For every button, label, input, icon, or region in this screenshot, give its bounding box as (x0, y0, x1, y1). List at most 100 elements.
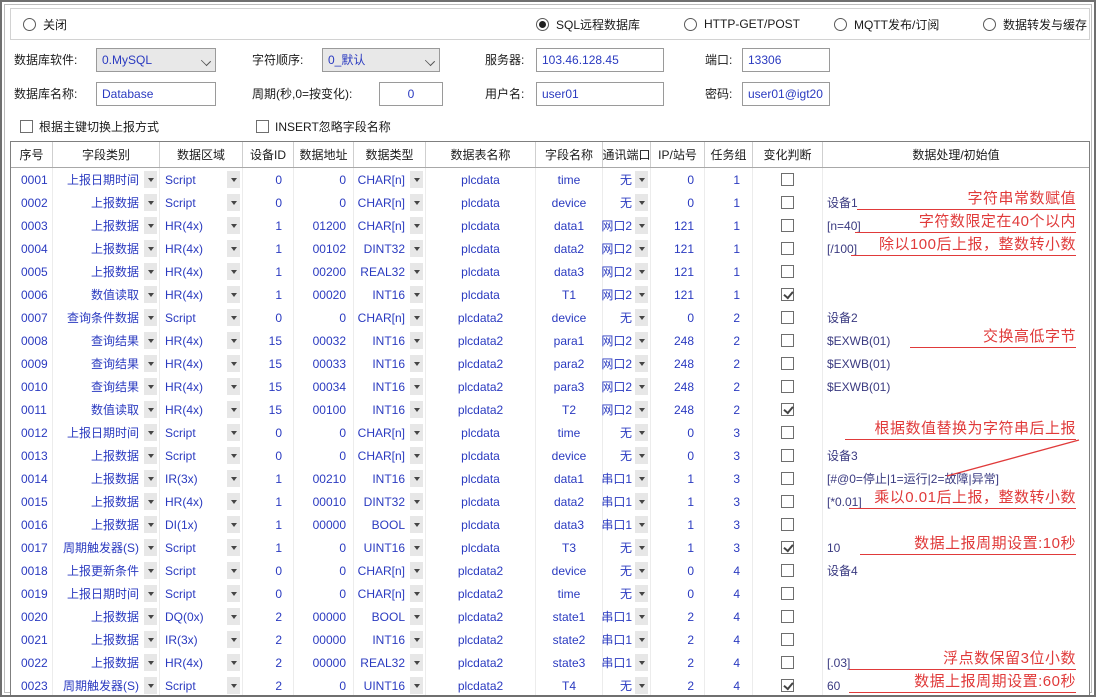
cell-data-area[interactable]: HR(4x) (160, 214, 243, 237)
cell-field-category[interactable]: 查询结果 (53, 375, 160, 398)
cell-data-type[interactable]: UINT16 (354, 674, 426, 697)
dropdown-arrow-icon[interactable] (635, 332, 648, 349)
change-flag-checkbox[interactable] (781, 334, 794, 347)
dropdown-arrow-icon[interactable] (635, 562, 648, 579)
checkbox-icon[interactable] (256, 120, 269, 133)
dropdown-arrow-icon[interactable] (227, 240, 240, 257)
change-flag-checkbox[interactable] (781, 219, 794, 232)
dropdown-arrow-icon[interactable] (227, 355, 240, 372)
cell-data-type[interactable]: REAL32 (354, 651, 426, 674)
dropdown-arrow-icon[interactable] (410, 309, 423, 326)
cell-data-type[interactable]: CHAR[n] (354, 168, 426, 191)
change-flag-checkbox[interactable] (781, 495, 794, 508)
cell-comm-port[interactable]: 串口1 (603, 651, 651, 674)
cell-data-area[interactable]: Script (160, 559, 243, 582)
dropdown-arrow-icon[interactable] (227, 263, 240, 280)
dropdown-arrow-icon[interactable] (410, 631, 423, 648)
cell-field-category[interactable]: 查询结果 (53, 329, 160, 352)
dropdown-arrow-icon[interactable] (635, 677, 648, 694)
dropdown-arrow-icon[interactable] (410, 493, 423, 510)
cell-data-area[interactable]: HR(4x) (160, 237, 243, 260)
dropdown-arrow-icon[interactable] (227, 562, 240, 579)
cell-data-type[interactable]: CHAR[n] (354, 421, 426, 444)
dropdown-arrow-icon[interactable] (227, 401, 240, 418)
cell-comm-port[interactable]: 串口1 (603, 605, 651, 628)
cell-data-area[interactable]: IR(3x) (160, 467, 243, 490)
dropdown-arrow-icon[interactable] (635, 585, 648, 602)
cell-field-category[interactable]: 上报更新条件 (53, 559, 160, 582)
cell-comm-port[interactable]: 无 (603, 559, 651, 582)
cell-field-category[interactable]: 上报数据 (53, 214, 160, 237)
dropdown-arrow-icon[interactable] (635, 539, 648, 556)
cell-field-category[interactable]: 上报数据 (53, 513, 160, 536)
dropdown-arrow-icon[interactable] (227, 516, 240, 533)
option-insert-ignore-fieldname[interactable]: INSERT忽略字段名称 (256, 118, 391, 134)
port-input[interactable] (742, 48, 830, 72)
radio-sql-remote-db[interactable]: SQL远程数据库 (536, 16, 640, 32)
cell-data-type[interactable]: INT16 (354, 467, 426, 490)
radio-mqtt-pub-sub[interactable]: MQTT发布/订阅 (834, 16, 939, 32)
cell-comm-port[interactable]: 无 (603, 191, 651, 214)
period-input[interactable] (379, 82, 443, 106)
change-flag-checkbox[interactable] (781, 357, 794, 370)
dropdown-arrow-icon[interactable] (144, 562, 157, 579)
dropdown-arrow-icon[interactable] (144, 332, 157, 349)
cell-data-area[interactable]: Script (160, 168, 243, 191)
dropdown-arrow-icon[interactable] (410, 447, 423, 464)
dropdown-arrow-icon[interactable] (227, 194, 240, 211)
cell-data-type[interactable]: CHAR[n] (354, 444, 426, 467)
change-flag-checkbox[interactable] (781, 242, 794, 255)
dropdown-arrow-icon[interactable] (227, 424, 240, 441)
dropdown-arrow-icon[interactable] (635, 263, 648, 280)
cell-data-type[interactable]: CHAR[n] (354, 559, 426, 582)
change-flag-checkbox[interactable] (781, 541, 794, 554)
cell-data-type[interactable]: INT16 (354, 352, 426, 375)
change-flag-checkbox[interactable] (781, 403, 794, 416)
cell-field-category[interactable]: 数值读取 (53, 398, 160, 421)
dropdown-arrow-icon[interactable] (227, 608, 240, 625)
dropdown-arrow-icon[interactable] (410, 286, 423, 303)
dropdown-arrow-icon[interactable] (227, 677, 240, 694)
cell-data-type[interactable]: DINT32 (354, 490, 426, 513)
dropdown-arrow-icon[interactable] (635, 286, 648, 303)
cell-field-category[interactable]: 上报数据 (53, 237, 160, 260)
dropdown-arrow-icon[interactable] (635, 355, 648, 372)
cell-field-category[interactable]: 上报数据 (53, 490, 160, 513)
cell-data-area[interactable]: Script (160, 191, 243, 214)
radio-close[interactable]: 关闭 (23, 16, 67, 32)
dropdown-arrow-icon[interactable] (144, 263, 157, 280)
dropdown-arrow-icon[interactable] (144, 677, 157, 694)
cell-field-category[interactable]: 上报数据 (53, 191, 160, 214)
dropdown-arrow-icon[interactable] (410, 194, 423, 211)
change-flag-checkbox[interactable] (781, 633, 794, 646)
radio-circle-icon[interactable] (983, 18, 996, 31)
radio-data-forward-cache[interactable]: 数据转发与缓存 (983, 16, 1087, 32)
cell-field-category[interactable]: 周期触发器(S) (53, 536, 160, 559)
dropdown-arrow-icon[interactable] (227, 309, 240, 326)
cell-data-area[interactable]: HR(4x) (160, 398, 243, 421)
cell-data-area[interactable]: IR(3x) (160, 628, 243, 651)
dropdown-arrow-icon[interactable] (144, 539, 157, 556)
dropdown-arrow-icon[interactable] (410, 171, 423, 188)
cell-data-type[interactable]: INT16 (354, 398, 426, 421)
dropdown-arrow-icon[interactable] (227, 470, 240, 487)
dropdown-arrow-icon[interactable] (227, 585, 240, 602)
cell-data-type[interactable]: INT16 (354, 375, 426, 398)
dropdown-arrow-icon[interactable] (410, 378, 423, 395)
cell-field-category[interactable]: 上报日期时间 (53, 582, 160, 605)
dropdown-arrow-icon[interactable] (410, 654, 423, 671)
dropdown-arrow-icon[interactable] (227, 539, 240, 556)
cell-comm-port[interactable]: 无 (603, 168, 651, 191)
cell-data-type[interactable]: INT16 (354, 628, 426, 651)
cell-comm-port[interactable]: 串口1 (603, 490, 651, 513)
cell-field-category[interactable]: 上报数据 (53, 605, 160, 628)
change-flag-checkbox[interactable] (781, 288, 794, 301)
dropdown-arrow-icon[interactable] (144, 447, 157, 464)
cell-data-type[interactable]: REAL32 (354, 260, 426, 283)
cell-data-area[interactable]: HR(4x) (160, 651, 243, 674)
cell-comm-port[interactable]: 网口2 (603, 352, 651, 375)
change-flag-checkbox[interactable] (781, 610, 794, 623)
dropdown-arrow-icon[interactable] (144, 401, 157, 418)
dropdown-arrow-icon[interactable] (410, 332, 423, 349)
dropdown-arrow-icon[interactable] (227, 447, 240, 464)
